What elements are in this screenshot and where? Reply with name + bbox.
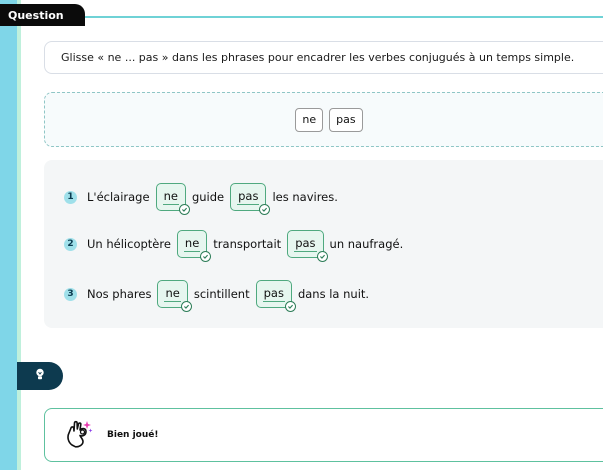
check-icon (316, 251, 328, 262)
feedback-box: Bien joué! (44, 408, 603, 462)
check-icon (180, 301, 192, 312)
sentence-row: 2 Un hélicoptère ne transportait pas un … (64, 229, 404, 262)
check-icon (284, 301, 296, 312)
feedback-text: Bien joué! (107, 430, 159, 440)
check-icon (178, 204, 190, 215)
lightbulb-icon (32, 366, 48, 386)
sentence-number: 3 (64, 287, 77, 301)
sentence-verb: scintillent (193, 287, 250, 301)
slot-word: ne (164, 286, 181, 302)
instruction-box: Glisse « ne ... pas » dans les phrases p… (44, 41, 603, 74)
slot-word: ne (183, 236, 201, 252)
sentences-area: 1 L'éclairage ne guide pas les navires. … (44, 160, 603, 328)
ok-hand-icon (65, 418, 93, 452)
slot-word: ne (162, 189, 179, 205)
slot-word: pas (294, 236, 317, 252)
word-bank: ne pas (44, 92, 603, 147)
sentence-verb: transportait (213, 237, 282, 251)
word-chip-pas[interactable]: pas (329, 107, 363, 132)
word-chip-ne[interactable]: ne (295, 107, 324, 132)
drop-slot-ne[interactable]: ne (176, 230, 212, 262)
sentence-text-before: L'éclairage (87, 190, 150, 204)
sentence-text-before: Un hélicoptère (87, 237, 171, 251)
drop-slot-ne[interactable]: ne (155, 183, 190, 215)
slot-word: pas (262, 286, 285, 302)
check-icon (200, 251, 212, 262)
drop-slot-pas[interactable]: pas (255, 280, 296, 312)
sentence-text-after: les navires. (272, 190, 338, 204)
instruction-text: Glisse « ne ... pas » dans les phrases p… (61, 51, 575, 64)
sentence-row: 1 L'éclairage ne guide pas les navires. (64, 182, 338, 215)
check-icon (259, 204, 271, 215)
question-tab: Question (0, 4, 85, 26)
sentence-text-after: un naufragé. (329, 237, 404, 251)
sentence-text-after: dans la nuit. (297, 287, 370, 301)
sentence-text-before: Nos phares (87, 287, 152, 301)
sentence-row: 3 Nos phares ne scintillent pas dans la … (64, 279, 370, 312)
sentence-number: 2 (64, 237, 77, 251)
sentence-verb: guide (191, 190, 225, 204)
drop-slot-ne[interactable]: ne (157, 280, 192, 312)
sentence-number: 1 (64, 190, 77, 204)
hint-button[interactable] (17, 362, 63, 390)
header-divider (21, 16, 603, 18)
drop-slot-pas[interactable]: pas (230, 183, 271, 215)
slot-word: pas (237, 189, 260, 205)
question-tab-label: Question (8, 8, 64, 22)
drop-slot-pas[interactable]: pas (287, 230, 328, 262)
